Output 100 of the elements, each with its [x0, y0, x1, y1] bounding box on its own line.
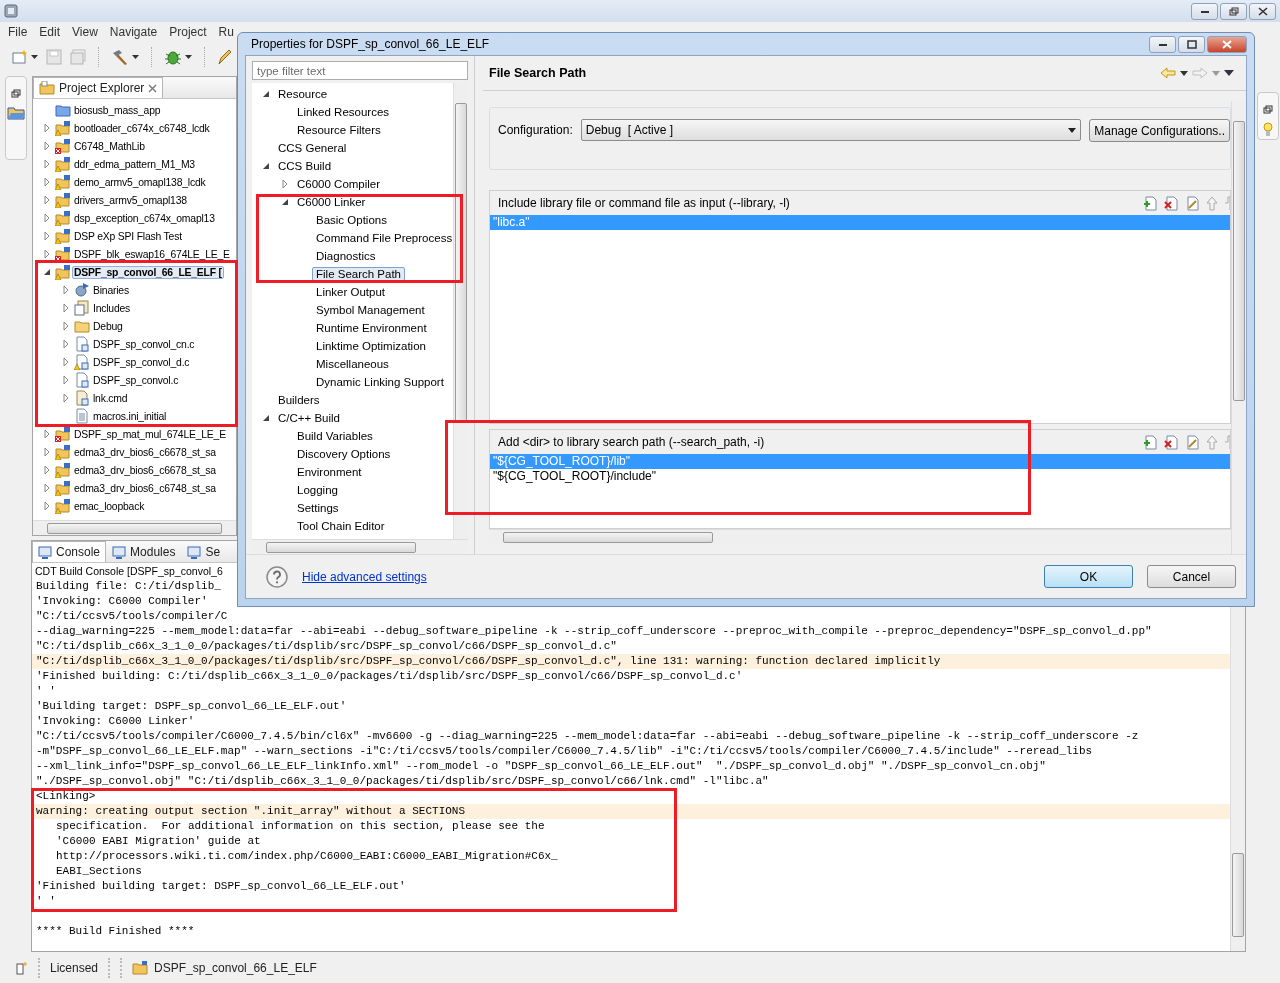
console-view-tab[interactable]: Modules	[106, 541, 182, 562]
pencil-icon[interactable]	[217, 47, 231, 66]
close-button[interactable]	[1207, 35, 1247, 53]
collapsed-arrow-icon[interactable]	[42, 159, 52, 169]
menu-item[interactable]: Edit	[33, 24, 67, 39]
configuration-select[interactable]: Debug [ Active ]	[580, 119, 1082, 141]
expanded-arrow-icon[interactable]	[42, 267, 52, 277]
collapsed-arrow-icon[interactable]	[42, 501, 52, 511]
vertical-scrollbar[interactable]	[1231, 101, 1246, 554]
list-row[interactable]: "${CG_TOOL_ROOT}/include"	[490, 469, 1230, 484]
vertical-scrollbar[interactable]	[453, 83, 468, 539]
project-tree-item[interactable]: DSPF_sp_convol_66_LE_ELF [	[72, 265, 224, 279]
menu-item[interactable]: File	[2, 24, 34, 39]
settings-tree-item[interactable]: Linker Output	[312, 285, 390, 299]
project-explorer-tab[interactable]: Project Explorer	[33, 77, 164, 98]
project-tree-item[interactable]: Includes	[91, 301, 133, 315]
project-tree-item[interactable]: C6748_MathLib	[72, 139, 147, 153]
settings-tree-item[interactable]: Symbol Management	[312, 303, 429, 317]
collapsed-arrow-icon[interactable]	[42, 249, 52, 259]
settings-tree-item[interactable]: C6000 Linker	[293, 195, 370, 209]
settings-tree-item[interactable]: Linktime Optimization	[312, 339, 430, 353]
close-button[interactable]	[1249, 2, 1276, 20]
collapsed-arrow-icon[interactable]	[42, 447, 52, 457]
maximize-button[interactable]	[1178, 35, 1205, 53]
settings-tree-item[interactable]: C6000 Compiler	[293, 177, 385, 191]
project-tree-item[interactable]: DSPF_sp_convol_d.c	[91, 355, 192, 369]
dropdown-icon[interactable]	[1180, 70, 1188, 76]
settings-tree-item[interactable]: Runtime Environment	[312, 321, 431, 335]
settings-tree-item[interactable]: Resource Filters	[293, 123, 385, 137]
dropdown-icon[interactable]	[132, 54, 139, 59]
horizontal-scrollbar[interactable]	[33, 520, 236, 535]
expanded-arrow-icon[interactable]	[261, 413, 271, 423]
minimize-button[interactable]	[1149, 35, 1176, 53]
settings-tree-item[interactable]: Build Variables	[293, 429, 377, 443]
dropdown-icon[interactable]	[31, 54, 38, 59]
collapsed-arrow-icon[interactable]	[42, 231, 52, 241]
collapsed-arrow-icon[interactable]	[42, 483, 52, 493]
hammer-icon[interactable]	[111, 47, 129, 66]
project-tree-item[interactable]: ddr_edma_pattern_M1_M3	[72, 157, 197, 171]
cancel-button[interactable]: Cancel	[1147, 565, 1236, 588]
project-tree-item[interactable]: demo_armv5_omapl138_lcdk	[72, 175, 208, 189]
collapsed-arrow-icon[interactable]	[42, 123, 52, 133]
expanded-arrow-icon[interactable]	[261, 89, 271, 99]
collapsed-arrow-icon[interactable]	[42, 429, 52, 439]
collapsed-arrow-icon[interactable]	[61, 339, 71, 349]
project-tree-item[interactable]: DSPF_sp_mat_mul_674LE_LE_E	[72, 427, 228, 441]
collapsed-arrow-icon[interactable]	[61, 357, 71, 367]
dropdown-icon[interactable]	[185, 54, 192, 59]
project-tree-item[interactable]: edma3_drv_bios6_c6678_st_sa	[72, 463, 218, 477]
settings-tree-item[interactable]: CCS General	[274, 141, 351, 155]
project-tree-item[interactable]: DSP eXp SPI Flash Test	[72, 229, 184, 243]
restore-view-icon[interactable]	[1263, 105, 1273, 114]
collapsed-arrow-icon[interactable]	[61, 285, 71, 295]
settings-tree-item[interactable]: Command File Preprocess	[312, 231, 453, 245]
menu-item[interactable]: Ru	[212, 24, 240, 39]
collapsed-arrow-icon[interactable]	[61, 393, 71, 403]
project-tree-item[interactable]: DSPF_blk_eswap16_674LE_LE_E	[72, 247, 232, 261]
collapsed-arrow-icon[interactable]	[61, 375, 71, 385]
project-tree-item[interactable]: DSPF_sp_convol.c	[91, 373, 181, 387]
move-up-icon[interactable]	[1206, 434, 1218, 450]
project-tree-item[interactable]: lnk.cmd	[91, 391, 130, 405]
manage-configurations-button[interactable]: Manage Configurations..	[1089, 119, 1230, 142]
filter-field[interactable]: type filter text	[252, 61, 468, 80]
project-tree-item[interactable]: drivers_armv5_omapl138	[72, 193, 189, 207]
ok-button[interactable]: OK	[1044, 565, 1133, 588]
project-tree-item[interactable]: biosusb_mass_app	[72, 103, 163, 117]
collapsed-arrow-icon[interactable]	[42, 195, 52, 205]
settings-tree-item[interactable]: Resource	[274, 87, 332, 101]
folder-icon[interactable]	[7, 106, 25, 120]
collapsed-arrow-icon[interactable]	[42, 213, 52, 223]
help-icon[interactable]	[266, 565, 288, 588]
project-tree-item[interactable]: edma3_drv_bios6_c6748_st_sa	[72, 481, 218, 495]
settings-tree-item[interactable]: Dynamic Linking Support	[312, 375, 448, 389]
project-tree-item[interactable]: Binaries	[91, 283, 131, 297]
project-tree-item[interactable]: Debug	[91, 319, 125, 333]
console-view-tab[interactable]: Console	[32, 541, 107, 562]
settings-tree-item[interactable]: CCS Build	[274, 159, 336, 173]
minimize-button[interactable]	[1191, 2, 1218, 20]
console-view-tab[interactable]: Se	[181, 541, 227, 562]
settings-tree-item[interactable]: C/C++ Build	[274, 411, 344, 425]
settings-tree-item[interactable]: Basic Options	[312, 213, 391, 227]
settings-tree-item[interactable]: Environment	[293, 465, 366, 479]
expanded-arrow-icon[interactable]	[261, 161, 271, 171]
add-icon[interactable]	[1143, 195, 1157, 211]
settings-tree-item[interactable]: Linked Resources	[293, 105, 394, 119]
collapsed-arrow-icon[interactable]	[42, 141, 52, 151]
project-tree-item[interactable]: DSPF_sp_convol_cn.c	[91, 337, 197, 351]
status-icon[interactable]	[16, 960, 28, 975]
edit-icon[interactable]	[1185, 195, 1199, 211]
settings-tree-item[interactable]: Miscellaneous	[312, 357, 393, 371]
settings-tree-item[interactable]: Discovery Options	[293, 447, 395, 461]
collapsed-arrow-icon[interactable]	[42, 177, 52, 187]
project-tree-item[interactable]: dsp_exception_c674x_omapl13	[72, 211, 217, 225]
menu-item[interactable]: Navigate	[103, 24, 164, 39]
delete-icon[interactable]	[1164, 434, 1178, 450]
collapsed-arrow-icon[interactable]	[61, 321, 71, 331]
menu-icon[interactable]	[1224, 70, 1234, 76]
collapsed-arrow-icon[interactable]	[280, 179, 290, 189]
settings-tree-item[interactable]: Tool Chain Editor	[293, 519, 389, 533]
collapsed-arrow-icon[interactable]	[61, 303, 71, 313]
